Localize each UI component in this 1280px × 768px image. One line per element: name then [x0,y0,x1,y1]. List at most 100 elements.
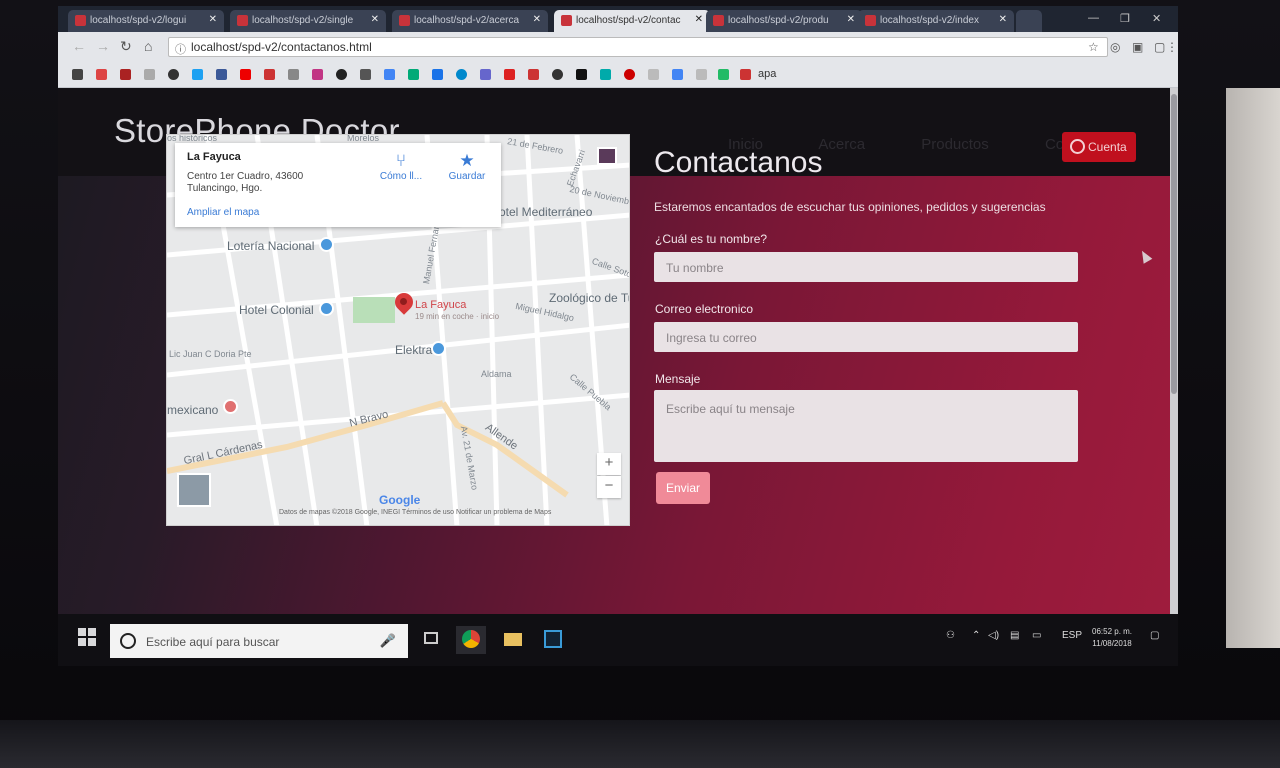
language-indicator[interactable]: ESP [1062,630,1082,641]
enlarge-map-link[interactable]: Ampliar el mapa [187,207,259,218]
directions-button[interactable]: ⑂ Cómo ll... [371,151,431,182]
user-icon [1070,139,1085,154]
poi-marker-icon[interactable] [319,237,334,252]
bookmark-icon[interactable] [408,69,419,80]
scrollbar-thumb[interactable] [1171,94,1177,394]
battery-icon[interactable]: ▭ [1032,630,1041,641]
email-input[interactable]: Ingresa tu correo [654,322,1078,352]
twitter-icon[interactable] [192,69,203,80]
maximize-icon[interactable]: ❐ [1120,12,1130,25]
bookmark-icon[interactable] [576,69,587,80]
account-button[interactable]: Cuenta [1062,132,1136,162]
bookmark-icon[interactable] [624,69,635,80]
bookmark-icon[interactable] [456,69,467,80]
poi-marker-icon[interactable] [223,399,238,414]
submit-button[interactable]: Enviar [656,472,710,504]
forward-arrow-icon[interactable]: → [96,38,110,54]
save-place-button[interactable]: ★ Guardar [437,151,497,182]
browser-tab[interactable]: localhost/spd-v2/single ✕ [230,10,386,32]
menu-icon[interactable]: ⋮ [1166,40,1178,54]
bookmark-icon[interactable] [696,69,707,80]
bookmark-icon[interactable] [480,69,491,80]
extension-icon[interactable]: ◎ [1110,40,1120,54]
bookmark-icon[interactable] [264,69,275,80]
taskbar-clock[interactable]: 06:52 p. m. 11/08/2018 [1092,626,1132,650]
browser-tab-active[interactable]: localhost/spd-v2/contac ✕ [554,10,710,32]
code-editor-icon[interactable] [538,626,568,654]
gmail-icon[interactable] [288,69,299,80]
tray-expand-icon[interactable]: ⌃ [972,630,980,641]
people-icon[interactable]: ⚇ [946,630,955,641]
name-input[interactable]: Tu nombre [654,252,1078,282]
poi-marker-icon[interactable] [431,341,446,356]
bookmark-icon[interactable] [72,69,83,80]
reload-icon[interactable]: ↻ [120,38,132,55]
close-tab-icon[interactable]: ✕ [847,14,855,25]
extension-icon[interactable]: ▣ [1132,40,1143,54]
network-icon[interactable]: ▤ [1010,630,1019,641]
browser-tab[interactable]: localhost/spd-v2/logui ✕ [68,10,224,32]
github-icon[interactable] [336,69,347,80]
street-label: Morelos [347,134,380,143]
close-tab-icon[interactable]: ✕ [209,14,217,25]
bookmark-icon[interactable] [552,69,563,80]
close-tab-icon[interactable]: ✕ [533,14,541,25]
close-window-icon[interactable]: ✕ [1152,12,1161,25]
bookmark-icon[interactable] [360,69,371,80]
browser-tab[interactable]: localhost/spd-v2/acerca ✕ [392,10,548,32]
minimize-icon[interactable]: — [1088,12,1099,24]
email-label: Correo electronico [655,302,754,316]
new-tab-button[interactable] [1016,10,1042,32]
zoom-out-button[interactable]: − [597,476,621,498]
bookmark-icon[interactable] [96,69,107,80]
address-bar[interactable]: ⓘ localhost/spd-v2/contactanos.html [168,37,1108,57]
map-embed[interactable]: os históricos Lotería Nacional Hotel Col… [166,134,630,526]
bookmark-icon[interactable] [144,69,155,80]
bookmark-icon[interactable] [718,69,729,80]
task-view-icon[interactable] [416,626,446,654]
file-explorer-icon[interactable] [498,626,528,654]
star-icon[interactable]: ☆ [1088,40,1099,54]
extension-icon[interactable]: ▢ [1154,40,1165,54]
back-arrow-icon[interactable]: ← [72,38,86,54]
browser-tab[interactable]: localhost/spd-v2/index ✕ [858,10,1014,32]
pin-label: La Fayuca [415,299,467,311]
bookmark-icon[interactable] [504,69,515,80]
close-tab-icon[interactable]: ✕ [371,14,379,25]
page-scrollbar[interactable] [1170,88,1178,614]
youtube-icon[interactable] [240,69,251,80]
info-icon[interactable]: ⓘ [175,41,186,57]
bookmark-label[interactable]: apa [758,68,776,80]
satellite-toggle[interactable] [177,473,211,507]
facebook-icon[interactable] [216,69,227,80]
windows-start-icon[interactable] [78,628,96,646]
bookmark-icon[interactable] [168,69,179,80]
bookmark-icon[interactable] [528,69,539,80]
volume-icon[interactable]: ◁) [988,630,999,641]
bookmark-icon[interactable] [740,69,751,80]
bookmark-icon[interactable] [600,69,611,80]
notifications-icon[interactable]: ▢ [1150,630,1159,641]
poi-marker-icon[interactable] [319,301,334,316]
taskbar-search-input[interactable]: Escribe aquí para buscar 🎤 [110,624,408,658]
bookmark-icon[interactable] [384,69,395,80]
instagram-icon[interactable] [312,69,323,80]
home-icon[interactable]: ⌂ [144,38,152,54]
bookmark-icon[interactable] [432,69,443,80]
microphone-icon[interactable]: 🎤 [380,633,396,649]
bookmark-icon[interactable] [648,69,659,80]
close-tab-icon[interactable]: ✕ [999,14,1007,25]
map-label: os históricos [167,134,218,143]
nav-link[interactable]: Acerca [818,136,865,153]
chrome-icon[interactable] [456,626,486,654]
close-tab-icon[interactable]: ✕ [695,14,703,25]
place-photo-thumbnail[interactable] [597,147,617,165]
nav-link[interactable]: Productos [921,136,989,153]
bookmark-icon[interactable] [672,69,683,80]
message-textarea[interactable]: Escribe aquí tu mensaje [654,390,1078,462]
zoom-in-button[interactable]: + [597,453,621,475]
map-footer[interactable]: Datos de mapas ©2018 Google, INEGI Térmi… [279,509,551,516]
browser-tab[interactable]: localhost/spd-v2/produ ✕ [706,10,862,32]
bookmark-icon[interactable] [120,69,131,80]
street-label: Lic Juan C Doria Pte [169,349,252,359]
